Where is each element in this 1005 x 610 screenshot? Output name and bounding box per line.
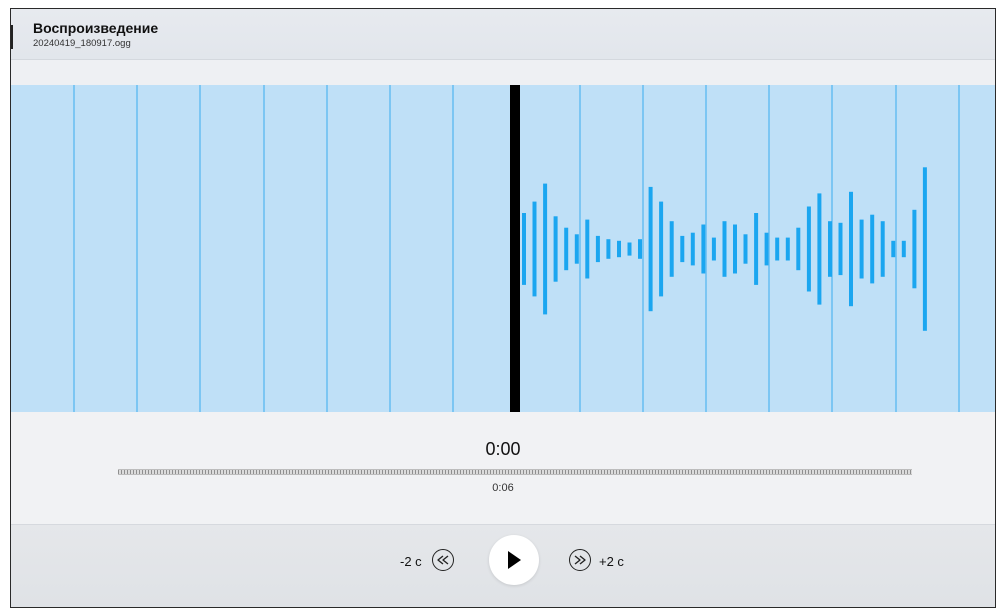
waveform-top-band [11,60,995,85]
grid-line [326,85,328,412]
waveform-bar [796,227,801,271]
waveform-bar [733,224,737,274]
waveform-bar [701,224,706,274]
fast-forward-icon [574,555,586,565]
grid-line [263,85,265,412]
waveform-bar [617,240,621,258]
waveform-bar [743,234,748,264]
waveform-bar [806,206,811,292]
rewind-icon [437,555,449,565]
skip-forward-button[interactable] [569,549,591,571]
waveform-bar [638,239,642,259]
header: Воспроизведение 20240419_180917.ogg [11,9,995,60]
total-duration: 0:06 [492,482,514,494]
waveform-bar [922,167,927,331]
waveform-bar [775,237,780,261]
waveform-bar [880,221,885,277]
grid-line [958,85,960,412]
waveform-bar [669,221,674,277]
waveform-bar [754,213,759,285]
grid-line [452,85,454,412]
waveform-bar [891,240,896,258]
waveform-bar [680,235,685,263]
waveform-bar [912,209,917,289]
current-time: 0:00 [485,439,521,459]
waveform-bar [553,216,558,282]
grid-line [389,85,391,412]
waveform-bar [901,240,906,258]
waveform-bar [817,193,822,305]
playback-window: Воспроизведение 20240419_180917.ogg 0:00… [10,8,996,608]
waveform-svg [73,85,960,412]
waveform-bar [870,214,875,284]
file-name: 20240419_180917.ogg [33,38,131,49]
waveform-bar [764,232,769,266]
waveform-bar [722,221,727,277]
waveform-bar [574,234,579,264]
grid-line [73,85,75,412]
waveform-bar [828,221,832,277]
header-accent [11,25,13,49]
skip-forward-label: +2 с [599,554,624,569]
playhead[interactable] [510,85,520,412]
waveform-bar [849,191,853,307]
play-icon [508,551,521,569]
waveform-bar [648,186,653,312]
waveform-bar [564,227,569,271]
waveform-bar [532,201,537,297]
waveform-view[interactable] [11,85,995,412]
waveform-bar [838,222,843,276]
waveform-bar [659,201,664,297]
play-button[interactable] [489,535,539,585]
grid-line [642,85,644,412]
grid-line [136,85,138,412]
skip-back-label: -2 с [400,554,422,569]
waveform-bar [627,242,632,256]
waveform-bar [585,219,590,279]
page-title: Воспроизведение [33,20,159,36]
time-panel: 0:00 0:06 [11,412,995,524]
skip-back-button[interactable] [432,549,454,571]
waveform-bar [785,237,790,261]
waveform-bar [690,232,695,266]
progress-scrubber[interactable] [118,469,912,475]
waveform-bar [711,237,716,261]
waveform-bar [595,235,600,263]
waveform-bar [859,219,864,279]
grid-line [199,85,201,412]
waveform-bar [543,183,548,315]
playback-controls: -2 с +2 с [11,524,995,607]
waveform-bar [522,213,526,285]
grid-line [579,85,581,412]
waveform-bar [606,239,611,259]
